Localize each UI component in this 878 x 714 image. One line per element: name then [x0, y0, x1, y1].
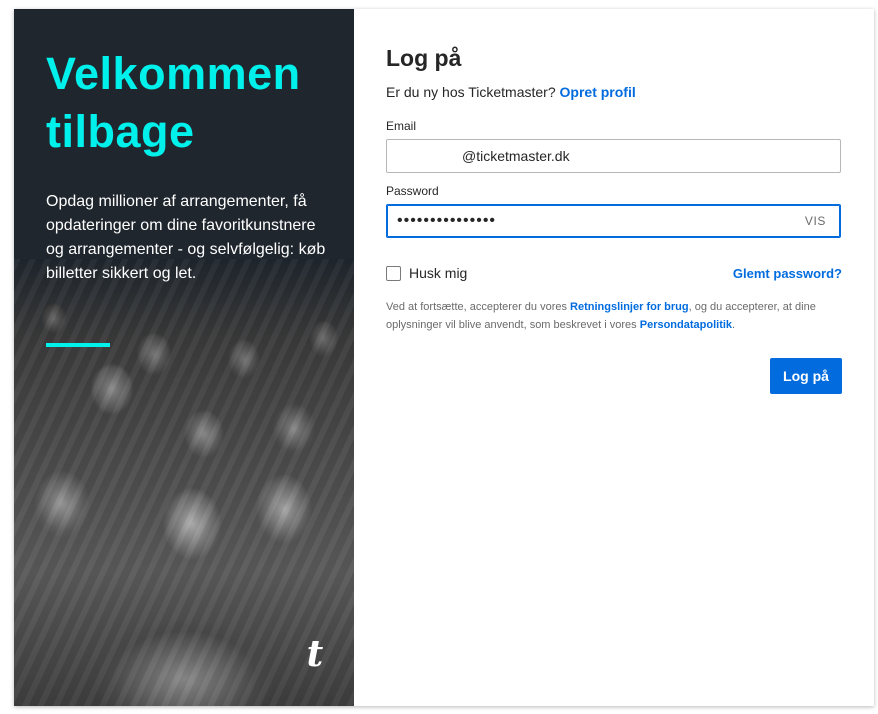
password-field-container: VIS	[386, 204, 841, 238]
remember-me-option[interactable]: Husk mig	[386, 265, 467, 281]
email-label: Email	[386, 119, 417, 133]
accent-divider	[46, 343, 110, 347]
promo-text: Opdag millioner af arrangementer, få opd…	[46, 193, 326, 282]
ticketmaster-logo-icon: t	[306, 633, 324, 675]
remember-me-label: Husk mig	[409, 265, 468, 281]
login-card: Velkommen tilbage Opdag millioner af arr…	[14, 9, 874, 706]
login-form-panel: Log på Er du ny hos Ticketmaster? Opret …	[354, 9, 874, 706]
signup-prompt: Er du ny hos Ticketmaster? Opret profil	[386, 84, 636, 100]
signup-prompt-text: Er du ny hos Ticketmaster?	[386, 84, 556, 100]
password-label: Password	[386, 184, 439, 198]
terms-text: .	[732, 319, 736, 331]
welcome-panel: Velkommen tilbage Opdag millioner af arr…	[14, 9, 354, 706]
privacy-policy-link[interactable]: Persondatapolitik	[640, 319, 732, 331]
login-button[interactable]: Log på	[770, 358, 842, 394]
forgot-password-link[interactable]: Glemt password?	[733, 266, 842, 281]
terms-notice: Ved at fortsætte, accepterer du vores Re…	[386, 298, 844, 334]
welcome-title: Velkommen tilbage	[46, 48, 301, 157]
terms-of-use-link[interactable]: Retningslinjer for brug	[570, 301, 689, 313]
password-field[interactable]	[397, 205, 797, 237]
show-password-button[interactable]: VIS	[805, 214, 826, 228]
terms-text: Ved at fortsætte, accepterer du vores	[386, 301, 571, 313]
remember-me-checkbox[interactable]	[386, 265, 401, 281]
create-profile-link[interactable]: Opret profil	[560, 84, 636, 100]
email-field[interactable]	[397, 140, 802, 172]
page-title: Log på	[386, 45, 462, 71]
email-field-container	[386, 139, 841, 173]
